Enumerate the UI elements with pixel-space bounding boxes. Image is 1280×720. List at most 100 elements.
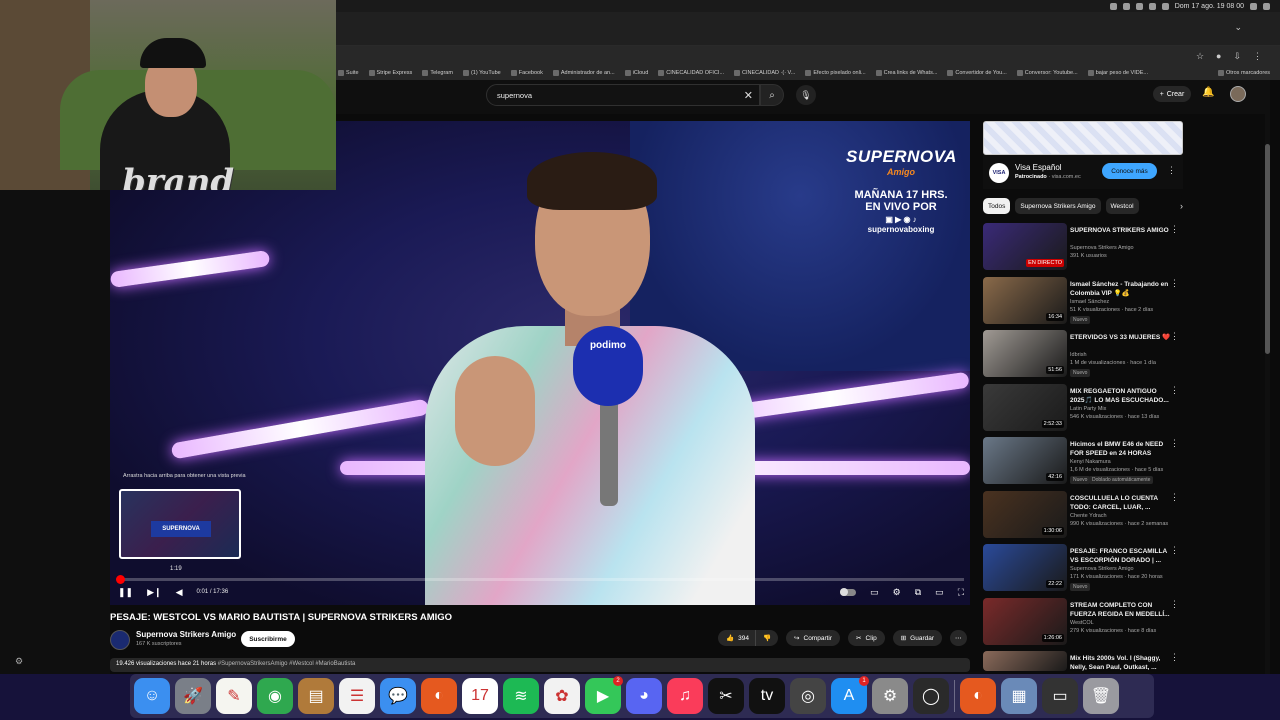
download-icon[interactable]: ⇩: [1233, 51, 1241, 62]
notifications-bell-icon[interactable]: 🔔: [1202, 87, 1214, 98]
subtitles-icon[interactable]: ▭: [870, 587, 879, 598]
search-icon[interactable]: [1250, 2, 1257, 10]
status-icon[interactable]: [1135, 2, 1143, 10]
recommendation-title[interactable]: MIX REGGAETON ANTIGUO 2025🎵 LO MAS ESCUC…: [1070, 387, 1174, 405]
scrollbar-thumb[interactable]: [1265, 144, 1270, 354]
recommendation-item[interactable]: 22:22 PESAJE: FRANCO ESCAMILLA VS ESCORPI…: [983, 544, 1183, 594]
chip-todos[interactable]: Todos: [983, 198, 1011, 214]
more-icon[interactable]: ⋮: [1170, 224, 1179, 235]
sponsored-ad[interactable]: VISA Visa Español Patrocinado · visa.com…: [983, 121, 1183, 189]
bookmark-item[interactable]: bajar peso de VIDE...: [1087, 70, 1148, 76]
recommendation-title[interactable]: Ismael Sánchez - Trabajando en Colombia …: [1070, 280, 1174, 298]
facetime-icon[interactable]: ▶ 2: [585, 676, 623, 714]
create-button[interactable]: + Crear: [1153, 86, 1191, 102]
obs-icon[interactable]: ◯: [913, 678, 949, 714]
photos-icon[interactable]: ✿: [544, 678, 580, 714]
video-thumbnail[interactable]: 2:52:33: [983, 383, 1067, 431]
recommendation-channel[interactable]: Latin Party Mix: [1070, 406, 1106, 412]
bookmark-item[interactable]: CINECALIDAD ·(· V...: [734, 70, 795, 76]
recommendation-title[interactable]: STREAM COMPLETO CON FUERZA REGIDA EN MED…: [1070, 601, 1174, 619]
gear-icon[interactable]: ⚙: [15, 656, 23, 667]
bookmark-item[interactable]: Conversor: Youtube...: [1016, 70, 1078, 76]
recommendation-title[interactable]: SUPERNOVA STRIKERS AMIGO: [1070, 226, 1174, 235]
status-icon[interactable]: [1122, 2, 1130, 10]
bookmark-item[interactable]: Administrador de an...: [552, 70, 615, 76]
finder-icon[interactable]: ☺: [134, 678, 170, 714]
recommendation-title[interactable]: ETERVIDOS VS 33 MUJERES ❤️: [1070, 333, 1174, 342]
folder-icon[interactable]: ▭: [1042, 678, 1078, 714]
more-icon[interactable]: ⋮: [1170, 545, 1179, 556]
camera-icon[interactable]: ◎: [790, 678, 826, 714]
save-button[interactable]: ⊞ Guardar: [892, 630, 943, 646]
appletv-icon[interactable]: tv: [749, 678, 785, 714]
search-input[interactable]: supernova ✕: [486, 84, 760, 106]
chip-supernova-strikers-amigo[interactable]: Supernova Strikers Amigo: [1015, 198, 1101, 214]
recommendation-channel[interactable]: Supernova Strikers Amigo: [1070, 566, 1134, 572]
chrome-icon[interactable]: ◉: [257, 678, 293, 714]
battery-icon[interactable]: [1161, 2, 1169, 10]
recommendation-item[interactable]: 2:52:33 MIX REGGAETON ANTIGUO 2025🎵 LO MA…: [983, 383, 1183, 434]
volume-icon[interactable]: ◀: [176, 587, 183, 598]
menu-icon[interactable]: ⋮: [1253, 51, 1262, 62]
more-icon[interactable]: ⋮: [1170, 278, 1179, 289]
recommendation-channel[interactable]: Supernova Strikers Amigo: [1070, 245, 1134, 251]
clear-icon[interactable]: ✕: [744, 89, 753, 102]
preview-icon[interactable]: ▦: [1001, 678, 1037, 714]
bookmark-item[interactable]: CINECALIDAD OFICI...: [658, 70, 724, 76]
bookmark-item[interactable]: Facebook: [510, 70, 543, 76]
archive-icon[interactable]: ▤: [298, 678, 334, 714]
video-thumbnail[interactable]: 22:22: [983, 544, 1067, 591]
page-scrollbar[interactable]: [1265, 114, 1270, 674]
ad-banner[interactable]: [983, 121, 1183, 155]
firefox2-icon[interactable]: ◐: [960, 678, 996, 714]
recommendation-item[interactable]: 16:34 Ismael Sánchez - Trabajando en Colo…: [983, 276, 1183, 327]
trash-icon[interactable]: 🗑: [1083, 678, 1119, 714]
recommendation-channel[interactable]: Ismael Sánchez: [1070, 299, 1109, 305]
video-thumbnail[interactable]: [983, 651, 1067, 671]
theater-icon[interactable]: ▭: [935, 587, 944, 598]
more-icon[interactable]: ⋮: [1170, 492, 1179, 503]
subscribe-button[interactable]: Suscribirme: [241, 631, 295, 647]
avatar[interactable]: [1230, 86, 1246, 102]
wifi-icon[interactable]: [1148, 2, 1156, 10]
clock[interactable]: Dom 17 ago. 19 08 00: [1175, 3, 1244, 10]
calendar-icon[interactable]: 17: [462, 678, 498, 714]
bookmark-item[interactable]: Suite: [338, 70, 359, 76]
appstore-icon[interactable]: A1: [831, 676, 869, 714]
video-thumbnail[interactable]: 1:30:06: [983, 490, 1067, 538]
dislike-button[interactable]: 👎: [754, 630, 779, 646]
clip-button[interactable]: ✂ Clip: [848, 630, 885, 646]
reminders-icon[interactable]: ☰: [339, 678, 375, 714]
bookmark-star-icon[interactable]: ☆: [1196, 51, 1204, 62]
description-box[interactable]: 19.426 visualizaciones hace 21 horas #Su…: [110, 658, 970, 672]
recommendation-item[interactable]: 1:26:06 STREAM COMPLETO CON FUERZA REGIDA…: [983, 597, 1183, 648]
capcut-icon[interactable]: ✂: [708, 678, 744, 714]
pause-icon[interactable]: ❚❚: [118, 587, 133, 598]
status-icon[interactable]: [1109, 2, 1117, 10]
recommendation-item[interactable]: 42:16 Hicimos el BMW E46 de NEED FOR SPEE…: [983, 437, 1183, 487]
notes-icon[interactable]: ✎: [216, 678, 252, 714]
recommendation-channel[interactable]: WestCOL: [1070, 620, 1094, 626]
more-icon[interactable]: ⋮: [1170, 385, 1179, 396]
video-thumbnail[interactable]: 1:26:06: [983, 597, 1067, 645]
spotify-icon[interactable]: ≋: [503, 678, 539, 714]
bookmark-item[interactable]: Convertidor de You...: [947, 70, 1007, 76]
video-thumbnail[interactable]: EN DIRECTO: [983, 223, 1067, 270]
search-button[interactable]: ⌕: [760, 84, 784, 106]
progress-bar[interactable]: [116, 575, 964, 584]
more-icon[interactable]: ⋮: [1170, 599, 1179, 610]
like-button[interactable]: 👍 394: [718, 630, 755, 646]
ad-cta-button[interactable]: Conoce más: [1102, 163, 1157, 179]
bookmark-item[interactable]: Efecto pixelado onli...: [805, 70, 866, 76]
recommendation-item[interactable]: Mix Hits 2000s Vol. I (Shaggy, Nelly, Se…: [983, 651, 1183, 671]
launchpad-icon[interactable]: 🚀: [175, 678, 211, 714]
hashtags[interactable]: #SupernovaStrikersAmigo #Westcol #MarioB…: [218, 661, 356, 667]
bookmark-item[interactable]: iCloud: [624, 70, 648, 76]
firefox-icon[interactable]: ◐: [421, 678, 457, 714]
more-icon[interactable]: ⋮: [1170, 652, 1179, 663]
recommendation-title[interactable]: Hicimos el BMW E46 de NEED FOR SPEED en …: [1070, 440, 1174, 458]
more-icon[interactable]: ⋮: [1170, 438, 1179, 449]
recommendation-title[interactable]: Mix Hits 2000s Vol. I (Shaggy, Nelly, Se…: [1070, 654, 1174, 672]
bookmark-item[interactable]: Stripe Express: [368, 70, 412, 76]
recommendation-channel[interactable]: Chente Ydrach: [1070, 513, 1107, 519]
